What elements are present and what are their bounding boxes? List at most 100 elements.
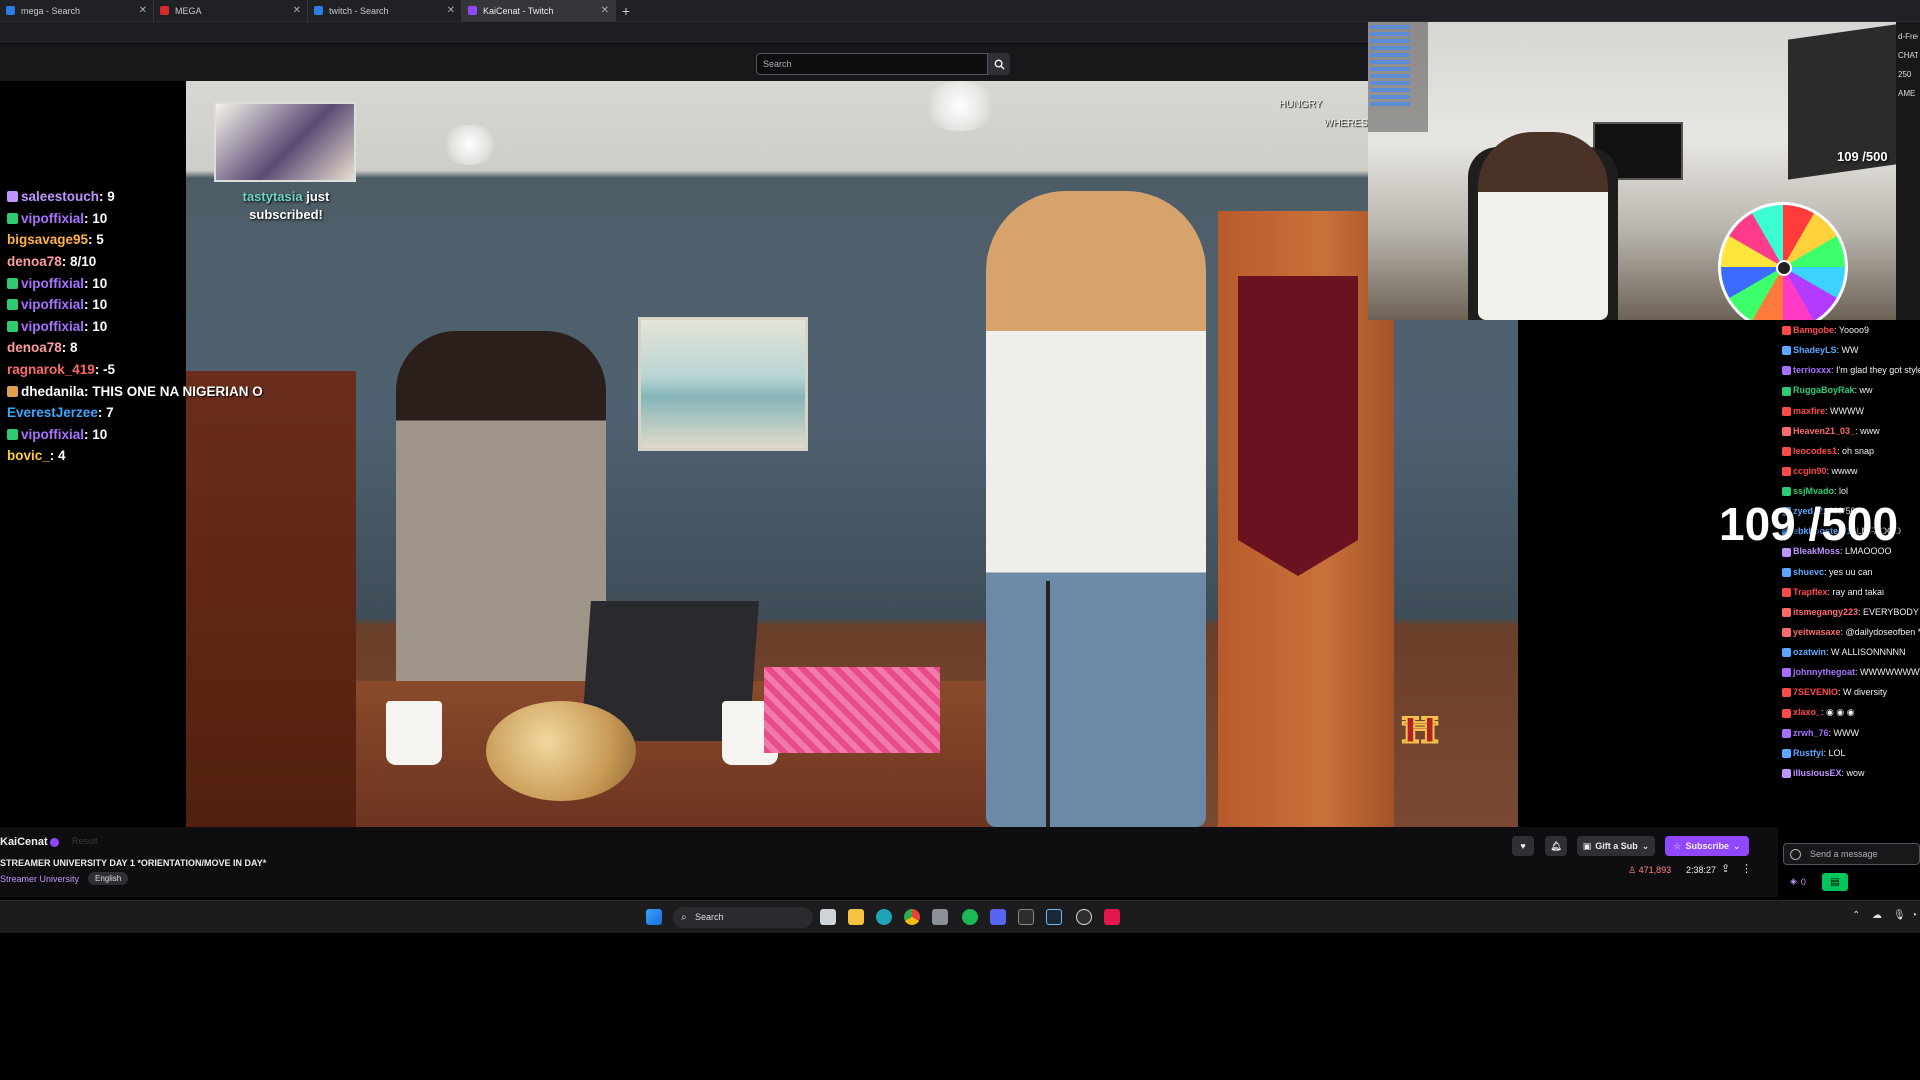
chat-message: Heaven21_03_: www: [1778, 421, 1920, 441]
windows-taskbar: ⌕ Search ⌃ ☁ 🎙︎ ◔: [0, 900, 1920, 933]
browser-tab-mega[interactable]: MEGA ✕: [154, 0, 308, 22]
chat-badge-icon: [1782, 487, 1791, 497]
green-badge-icon: [7, 277, 18, 289]
chat-username[interactable]: RuggaBoyRak: [1793, 385, 1855, 395]
chat-username[interactable]: zrwh_76: [1793, 728, 1829, 738]
taskbar-search[interactable]: ⌕ Search: [673, 907, 813, 928]
leaderboard-score: : 8/10: [61, 254, 97, 270]
chat-text: : yes uu can: [1824, 566, 1873, 577]
chat-text: : EVERYBODY: [1858, 606, 1919, 617]
chat-message: Bamgobe: Yoooo9: [1778, 320, 1920, 340]
browser-tab-mega-search[interactable]: mega - Search ✕: [0, 0, 154, 22]
gift-sub-button[interactable]: ▣ Gift a Sub ⌄: [1577, 836, 1655, 856]
notifications-button[interactable]: 🔔︎: [1545, 836, 1567, 856]
chat-username[interactable]: xlaxo_: [1793, 707, 1821, 717]
tray-chevron-icon[interactable]: ⌃: [1852, 910, 1860, 921]
chat-badge-icon: [1782, 406, 1791, 416]
browser-tab-twitch-search[interactable]: twitch - Search ✕: [308, 0, 462, 22]
chat-username[interactable]: shuevc: [1793, 567, 1824, 577]
chevron-down-icon: ⌄: [1733, 840, 1741, 851]
chat-text: : W diversity: [1838, 687, 1888, 698]
chat-username[interactable]: ozatwin: [1793, 647, 1826, 657]
tiktok-icon[interactable]: [1104, 909, 1120, 925]
chat-username[interactable]: illusiousEX: [1793, 768, 1842, 778]
obs-icon[interactable]: [1076, 909, 1092, 925]
overlay-label-hungry: HUNGRY: [1279, 99, 1323, 110]
leaderboard-username: dhedanila: [21, 383, 85, 399]
chat-badge-icon: [1782, 607, 1791, 617]
chat-username[interactable]: johnnythegoat: [1793, 667, 1855, 677]
chat-username[interactable]: maxfire: [1793, 406, 1825, 416]
search-button[interactable]: [988, 53, 1010, 75]
leaderboard-username: bigsavage95: [7, 232, 89, 248]
search-icon: ⌕: [681, 912, 687, 923]
chat-badge-icon: [1782, 326, 1791, 336]
chat-message: xlaxo_: ◉ ◉ ◉: [1778, 702, 1920, 722]
chat-username[interactable]: Heaven21_03_: [1793, 426, 1855, 436]
stream-video-player[interactable]: ꟸ HUNGRY WHERES 121: [186, 81, 1518, 827]
chat-username[interactable]: itsmegangy223: [1793, 607, 1858, 617]
chat-badge-icon: [1782, 768, 1791, 778]
network-icon[interactable]: ◔: [1911, 910, 1917, 921]
subscribe-button[interactable]: ☆ Subscribe ⌄: [1665, 836, 1749, 856]
chat-text: : WWWWWWWWWWWW: [1855, 667, 1920, 678]
chat-username[interactable]: ShadeyLS: [1793, 345, 1837, 355]
file-explorer-icon[interactable]: [848, 909, 864, 925]
chat-panel[interactable]: Bamgobe: Yoooo9 ShadeyLS: WW terrioxxx: I'…: [1778, 320, 1920, 835]
chrome-icon[interactable]: [904, 909, 920, 925]
close-tab-icon[interactable]: ✕: [293, 5, 301, 16]
discord-icon[interactable]: [990, 909, 1006, 925]
steam-icon[interactable]: [1046, 909, 1062, 925]
browser-tab-strip: mega - Search ✕ MEGA ✕ twitch - Search ✕…: [0, 0, 1920, 22]
leaderboard-entry: bovic_: 4: [0, 445, 300, 467]
chat-badge-icon: [1782, 386, 1791, 396]
chat-username[interactable]: Rustfyi: [1793, 748, 1824, 758]
chat-message: RuggaBoyRak: ww: [1778, 380, 1920, 400]
chat-username[interactable]: leocodes1: [1793, 446, 1837, 456]
more-options-icon[interactable]: ⋮: [1741, 862, 1752, 875]
chat-badge-icon: [1782, 426, 1791, 436]
stream-category[interactable]: Streamer University: [0, 874, 79, 884]
search-input[interactable]: Search: [756, 53, 988, 75]
app-icon[interactable]: [1018, 909, 1034, 925]
app-icon[interactable]: [932, 909, 948, 925]
green-badge-icon: [7, 428, 18, 440]
channel-name[interactable]: KaiCenat: [0, 836, 48, 848]
chat-message: Rustfyi: LOL: [1778, 743, 1920, 763]
chat-badge-icon: [1782, 648, 1791, 658]
share-icon[interactable]: ⇪: [1721, 862, 1730, 875]
close-tab-icon[interactable]: ✕: [447, 5, 455, 16]
chat-username[interactable]: ssjMvado: [1793, 486, 1834, 496]
leaderboard-username: denoa78: [7, 340, 62, 356]
channel-info-bar: KaiCenat Result STREAMER UNIVERSITY DAY …: [0, 827, 1778, 897]
browser-tab-kaicenat-twitch[interactable]: KaiCenat - Twitch ✕: [462, 0, 616, 22]
result-label: Result: [72, 836, 98, 846]
chat-username[interactable]: terrioxxx: [1793, 365, 1831, 375]
chat-icon: ▤: [1830, 876, 1840, 888]
chat-username[interactable]: 7SEVENIO: [1793, 687, 1838, 697]
channel-points[interactable]: ◈ 0: [1790, 876, 1806, 887]
close-tab-icon[interactable]: ✕: [139, 5, 147, 16]
chat-message-input[interactable]: Send a message: [1783, 843, 1920, 865]
chat-settings-button[interactable]: ▤: [1822, 873, 1848, 891]
chat-username[interactable]: yeitwasaxe: [1793, 627, 1841, 637]
edge-icon[interactable]: [876, 909, 892, 925]
spotify-icon[interactable]: [962, 909, 978, 925]
close-tab-icon[interactable]: ✕: [601, 5, 609, 16]
emote-icon[interactable]: [1790, 849, 1801, 860]
onedrive-icon[interactable]: ☁: [1872, 910, 1882, 921]
leaderboard-score: : -5: [94, 362, 116, 378]
follow-heart-button[interactable]: ♥: [1512, 836, 1534, 856]
mug: [386, 701, 442, 765]
chat-username[interactable]: ccgin90: [1793, 466, 1827, 476]
leaderboard-entry: bigsavage95: 5: [0, 229, 300, 251]
microphone-icon[interactable]: 🎙︎: [1893, 910, 1906, 921]
chat-text: : ray and takai: [1827, 586, 1885, 597]
chat-username[interactable]: Trapflex: [1793, 587, 1828, 597]
windows-start-icon[interactable]: [646, 909, 662, 925]
task-view-icon[interactable]: [820, 909, 836, 925]
chat-username[interactable]: Bamgobe: [1793, 325, 1834, 335]
chat-text: : lol: [1834, 486, 1849, 496]
language-tag[interactable]: English: [88, 872, 129, 885]
new-tab-button[interactable]: +: [616, 3, 636, 19]
